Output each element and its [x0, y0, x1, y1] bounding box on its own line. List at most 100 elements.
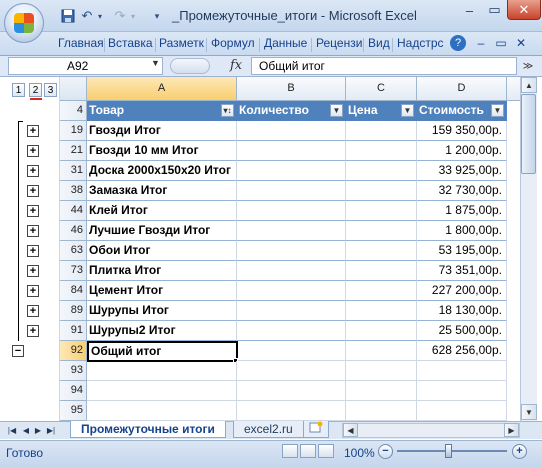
- filter-icon[interactable]: ▼: [491, 104, 504, 117]
- row-header[interactable]: 38: [60, 181, 87, 201]
- scroll-right-icon[interactable]: ▶: [504, 423, 519, 437]
- expand-group-button[interactable]: +: [27, 305, 39, 317]
- table-cell[interactable]: 25 500,00р.: [417, 321, 507, 341]
- table-cell[interactable]: [237, 381, 346, 401]
- outline-level-1-button[interactable]: 1: [12, 83, 25, 97]
- table-cell[interactable]: [238, 341, 346, 361]
- table-cell[interactable]: [346, 301, 417, 321]
- row-header[interactable]: 94: [60, 381, 87, 401]
- table-cell[interactable]: 73 351,00р.: [417, 261, 507, 281]
- table-cell[interactable]: Доска 2000х150х20 Итог: [87, 161, 237, 181]
- row-header[interactable]: 84: [60, 281, 87, 301]
- customize-toolbar-icon[interactable]: ▾: [152, 8, 162, 24]
- outline-level-3-button[interactable]: 3: [44, 83, 57, 97]
- row-header[interactable]: 46: [60, 221, 87, 241]
- formula-bar-splitter[interactable]: [170, 58, 210, 74]
- column-header-b[interactable]: B: [237, 77, 346, 101]
- column-header-a[interactable]: A: [87, 77, 237, 101]
- expand-group-button[interactable]: +: [27, 145, 39, 157]
- row-header[interactable]: 95: [60, 401, 87, 421]
- expand-group-button[interactable]: +: [27, 165, 39, 177]
- tab-page-layout[interactable]: Разметк: [159, 36, 204, 52]
- row-header[interactable]: 44: [60, 201, 87, 221]
- table-cell[interactable]: [417, 401, 507, 421]
- filter-sort-icon[interactable]: ▾↕: [221, 104, 234, 117]
- minimize-button[interactable]: –: [457, 0, 482, 20]
- chevron-down-icon[interactable]: ▼: [151, 58, 160, 68]
- table-cell[interactable]: [417, 381, 507, 401]
- table-cell[interactable]: [237, 301, 346, 321]
- zoom-slider-track[interactable]: [397, 450, 507, 452]
- table-cell[interactable]: 32 730,00р.: [417, 181, 507, 201]
- column-header-c[interactable]: C: [346, 77, 417, 101]
- row-header[interactable]: 91: [60, 321, 87, 341]
- table-cell[interactable]: [237, 161, 346, 181]
- last-sheet-icon[interactable]: ▶|: [45, 423, 57, 437]
- table-cell[interactable]: [346, 221, 417, 241]
- zoom-slider-thumb[interactable]: [445, 444, 452, 458]
- tab-formulas[interactable]: Формул: [211, 36, 255, 52]
- row-header[interactable]: 63: [60, 241, 87, 261]
- table-cell[interactable]: [346, 281, 417, 301]
- table-cell[interactable]: [346, 361, 417, 381]
- expand-group-button[interactable]: +: [27, 185, 39, 197]
- row-header[interactable]: 21: [60, 141, 87, 161]
- row-header[interactable]: 92: [60, 341, 87, 361]
- scroll-down-icon[interactable]: ▼: [521, 404, 537, 420]
- scroll-left-icon[interactable]: ◀: [343, 423, 358, 437]
- table-cell[interactable]: [237, 121, 346, 141]
- row-header[interactable]: 19: [60, 121, 87, 141]
- horizontal-scrollbar[interactable]: [342, 423, 520, 438]
- filter-icon[interactable]: ▼: [330, 104, 343, 117]
- table-cell[interactable]: [417, 361, 507, 381]
- table-cell[interactable]: [346, 261, 417, 281]
- table-cell[interactable]: [87, 401, 237, 421]
- row-header[interactable]: 89: [60, 301, 87, 321]
- table-cell[interactable]: Клей Итог: [87, 201, 237, 221]
- undo-icon[interactable]: ↶: [80, 8, 94, 24]
- tab-home[interactable]: Главная: [58, 36, 104, 52]
- first-sheet-icon[interactable]: |◀: [6, 423, 18, 437]
- table-cell[interactable]: [237, 321, 346, 341]
- table-cell[interactable]: [346, 401, 417, 421]
- ribbon-minimize-button[interactable]: –: [474, 36, 488, 52]
- next-sheet-icon[interactable]: ▶: [32, 423, 44, 437]
- table-cell[interactable]: [346, 381, 417, 401]
- table-cell[interactable]: [346, 341, 417, 361]
- table-cell[interactable]: [346, 201, 417, 221]
- table-cell[interactable]: [237, 401, 346, 421]
- zoom-out-button[interactable]: −: [378, 444, 393, 459]
- table-cell[interactable]: [237, 141, 346, 161]
- table-cell[interactable]: [237, 221, 346, 241]
- prev-sheet-icon[interactable]: ◀: [20, 423, 32, 437]
- expand-group-button[interactable]: +: [27, 265, 39, 277]
- normal-view-icon[interactable]: [282, 444, 298, 458]
- ribbon-restore-button[interactable]: ▭: [494, 36, 508, 52]
- scroll-up-icon[interactable]: ▲: [521, 77, 537, 93]
- expand-group-button[interactable]: +: [27, 245, 39, 257]
- zoom-in-button[interactable]: +: [512, 444, 527, 459]
- row-header[interactable]: 93: [60, 361, 87, 381]
- table-cell[interactable]: 1 800,00р.: [417, 221, 507, 241]
- table-cell[interactable]: 33 925,00р.: [417, 161, 507, 181]
- table-cell[interactable]: 53 195,00р.: [417, 241, 507, 261]
- table-cell[interactable]: [237, 281, 346, 301]
- table-cell[interactable]: [237, 361, 346, 381]
- zoom-level[interactable]: 100%: [344, 446, 375, 460]
- select-all-corner[interactable]: [60, 77, 87, 101]
- redo-dropdown-icon[interactable]: ▾: [128, 8, 138, 24]
- row-header[interactable]: 73: [60, 261, 87, 281]
- tab-data[interactable]: Данные: [264, 36, 307, 52]
- table-cell[interactable]: Шурупы Итог: [87, 301, 237, 321]
- row-header[interactable]: 4: [60, 101, 87, 121]
- table-cell[interactable]: [346, 121, 417, 141]
- table-cell[interactable]: Шурупы2 Итог: [87, 321, 237, 341]
- office-button[interactable]: [4, 3, 44, 43]
- expand-formula-bar-icon[interactable]: ≫: [520, 57, 536, 75]
- table-cell[interactable]: 1 875,00р.: [417, 201, 507, 221]
- table-cell[interactable]: [237, 181, 346, 201]
- tab-insert[interactable]: Вставка: [108, 36, 153, 52]
- active-cell[interactable]: Общий итог: [87, 341, 238, 362]
- sheet-tab-active[interactable]: Промежуточные итоги: [70, 421, 226, 438]
- tab-review[interactable]: Рецензи: [316, 36, 362, 52]
